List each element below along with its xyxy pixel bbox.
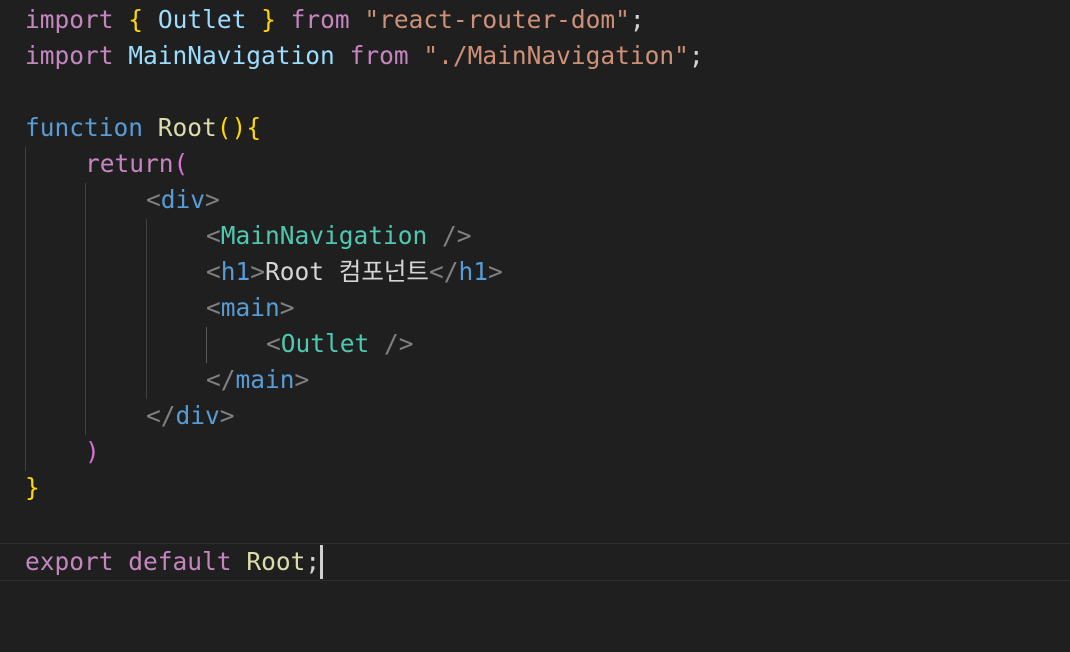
h1-text: Root 컴포넌트 [265, 257, 429, 286]
h1-tag: h1 [220, 257, 251, 286]
identifier-outlet: Outlet [157, 5, 247, 34]
paren-open: ( [173, 149, 189, 178]
tag-bracket: < [266, 329, 281, 358]
tag-bracket: < [206, 257, 221, 286]
code-line-7[interactable]: <MainNavigation /> [0, 218, 1070, 254]
main-tag: main [220, 293, 280, 322]
paren-close: ) [85, 437, 100, 466]
tag-bracket: </ [428, 257, 459, 286]
from-keyword: from [290, 5, 350, 34]
tag-bracket: > [219, 401, 235, 430]
export-keyword: export [25, 547, 114, 576]
outlet-component: Outlet [280, 329, 370, 358]
code-editor[interactable]: import { Outlet } from "react-router-dom… [0, 0, 1070, 588]
tag-bracket: </ [146, 401, 176, 430]
tag-bracket: < [206, 293, 221, 322]
code-line-8[interactable]: <h1>Root 컴포넌트</h1> [0, 254, 1070, 290]
code-line-12[interactable]: </div> [0, 398, 1070, 434]
import-keyword: import [25, 5, 114, 34]
tag-bracket: < [206, 221, 221, 250]
code-line-1[interactable]: import { Outlet } from "react-router-dom… [0, 2, 1070, 38]
tag-bracket: > [294, 365, 310, 394]
code-line-5[interactable]: return( [0, 146, 1070, 182]
semicolon: ; [629, 5, 645, 34]
brace-close: } [261, 5, 276, 34]
mainnavigation-component: MainNavigation [220, 221, 428, 250]
semicolon: ; [688, 41, 704, 70]
div-close-tag: div [175, 401, 220, 430]
code-line-13[interactable]: ) [0, 434, 1070, 470]
from-keyword: from [349, 41, 409, 70]
code-line-14[interactable]: } [0, 470, 1070, 506]
self-close-bracket: /> [369, 329, 414, 358]
import-keyword: import [25, 41, 114, 70]
tag-bracket: > [279, 293, 295, 322]
code-line-11[interactable]: </main> [0, 362, 1070, 398]
main-close-tag: main [235, 365, 295, 394]
tag-bracket: > [250, 257, 266, 286]
text-cursor [320, 545, 324, 579]
identifier-root: Root [246, 547, 306, 576]
code-line-2[interactable]: import MainNavigation from "./MainNaviga… [0, 38, 1070, 74]
tag-bracket: </ [206, 365, 236, 394]
function-keyword: function [25, 113, 144, 142]
return-keyword: return [85, 149, 174, 178]
code-line-16-current[interactable]: export default Root; [0, 543, 1070, 581]
brace-open: { [246, 113, 262, 142]
code-line-4[interactable]: function Root(){ [0, 110, 1070, 146]
semicolon: ; [305, 547, 321, 576]
code-line-6[interactable]: <div> [0, 182, 1070, 218]
module-string: "react-router-dom" [364, 5, 630, 34]
code-line-9[interactable]: <main> [0, 290, 1070, 326]
div-tag: div [160, 185, 206, 214]
tag-bracket: > [488, 257, 503, 286]
self-close-bracket: /> [427, 221, 472, 250]
identifier-mainnavigation: MainNavigation [128, 41, 335, 70]
module-string: "./MainNavigation" [423, 41, 689, 70]
code-line-10[interactable]: <Outlet /> [0, 326, 1070, 362]
h1-close-tag: h1 [458, 257, 488, 286]
tag-bracket: < [146, 185, 161, 214]
brace-open: { [128, 5, 144, 34]
function-name: Root [157, 113, 217, 142]
default-keyword: default [128, 547, 232, 576]
tag-bracket: > [205, 185, 220, 214]
brace-close: } [25, 473, 40, 502]
parens: () [216, 113, 247, 142]
